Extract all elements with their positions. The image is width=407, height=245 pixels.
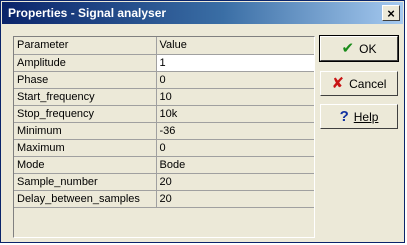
properties-dialog: Properties - Signal analyser × Parameter… xyxy=(0,0,405,243)
cancel-button-label: Cancel xyxy=(349,76,387,91)
value-cell[interactable]: 10 xyxy=(156,88,314,106)
column-header-value: Value xyxy=(156,37,314,55)
column-header-parameter: Parameter xyxy=(14,37,157,55)
table-row[interactable]: Minimum -36 xyxy=(14,122,314,140)
value-cell[interactable]: 10k xyxy=(156,105,314,123)
cancel-button[interactable]: ✘ Cancel xyxy=(320,71,398,96)
table-row[interactable]: Sample_number 20 xyxy=(14,173,314,191)
ok-button[interactable]: ✔ OK xyxy=(319,35,399,62)
value-cell[interactable]: 20 xyxy=(156,173,314,191)
parameter-cell[interactable]: Delay_between_samples xyxy=(14,190,157,208)
close-icon: × xyxy=(387,5,395,21)
ok-button-label: OK xyxy=(359,41,377,56)
value-cell[interactable]: 20 xyxy=(156,190,314,208)
parameter-cell[interactable]: Phase xyxy=(14,71,157,89)
cross-icon: ✘ xyxy=(331,75,345,92)
value-cell[interactable]: 0 xyxy=(156,139,314,157)
title-bar[interactable]: Properties - Signal analyser × xyxy=(2,2,403,24)
value-cell[interactable]: Bode xyxy=(156,156,314,174)
table-row[interactable]: Mode Bode xyxy=(14,156,314,174)
help-icon: ? xyxy=(339,108,349,125)
window-title: Properties - Signal analyser xyxy=(8,6,167,20)
value-cell[interactable]: 1 xyxy=(156,54,314,72)
parameter-cell[interactable]: Amplitude xyxy=(14,54,157,72)
property-grid: Parameter Value Amplitude 1 Phase 0 Start_fr… xyxy=(13,36,315,238)
parameter-cell[interactable]: Maximum xyxy=(14,139,157,157)
table-row[interactable]: Maximum 0 xyxy=(14,139,314,157)
value-cell[interactable]: 0 xyxy=(156,71,314,89)
parameter-cell[interactable]: Sample_number xyxy=(14,173,157,191)
parameter-cell[interactable]: Minimum xyxy=(14,122,157,140)
parameter-cell[interactable]: Stop_frequency xyxy=(14,105,157,123)
table-header: Parameter Value xyxy=(14,37,314,55)
table-row[interactable]: Amplitude 1 xyxy=(14,54,314,72)
property-table: Parameter Value Amplitude 1 Phase 0 Start_fr… xyxy=(14,37,314,208)
table-row[interactable]: Start_frequency 10 xyxy=(14,88,314,106)
table-row[interactable]: Phase 0 xyxy=(14,71,314,89)
table-row[interactable]: Stop_frequency 10k xyxy=(14,105,314,123)
parameter-cell[interactable]: Mode xyxy=(14,156,157,174)
help-button[interactable]: ? Help xyxy=(320,104,398,129)
close-button[interactable]: × xyxy=(382,5,400,21)
help-button-label: Help xyxy=(353,109,379,124)
check-icon: ✔ xyxy=(341,40,355,57)
table-row[interactable]: Delay_between_samples 20 xyxy=(14,190,314,208)
parameter-cell[interactable]: Start_frequency xyxy=(14,88,157,106)
value-cell[interactable]: -36 xyxy=(156,122,314,140)
